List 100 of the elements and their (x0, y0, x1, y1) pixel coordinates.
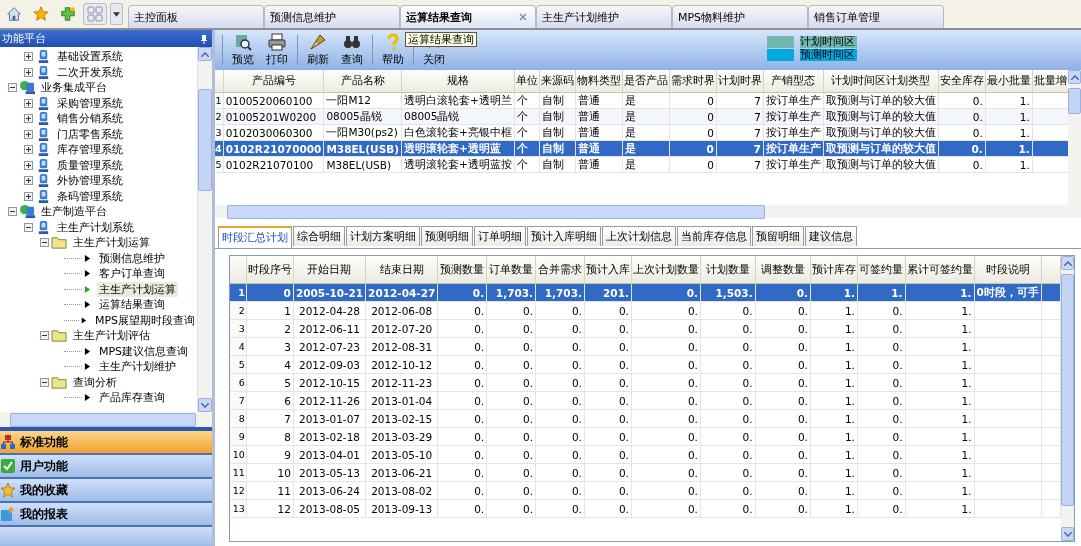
column-header[interactable]: 预测数量 (437, 256, 487, 284)
column-header[interactable]: 来源码 (539, 70, 576, 93)
column-header[interactable]: 预计库存 (810, 256, 858, 284)
tree-item[interactable]: MPS展望期时段查询 (92, 312, 197, 328)
page-tab[interactable]: MPS物料维护 (672, 5, 808, 28)
expander-icon[interactable] (40, 377, 49, 387)
detail-tab[interactable]: 预测明细 (421, 226, 473, 246)
expander-icon[interactable] (8, 83, 17, 93)
toolbar-button[interactable]: 预览 (226, 32, 260, 68)
pin-icon[interactable] (200, 33, 208, 44)
column-header[interactable]: 计划数量 (700, 256, 756, 284)
expander-icon[interactable] (24, 222, 33, 232)
tree-item[interactable]: 主生产计划系统 (55, 219, 136, 235)
column-header[interactable]: 时段序号 (246, 256, 294, 284)
expander-icon[interactable] (40, 331, 49, 341)
column-header[interactable]: 预计入库 (584, 256, 632, 284)
tree-item[interactable]: MPS建议信息查询 (97, 343, 191, 359)
chevron-up-icon[interactable] (1063, 260, 1072, 266)
detail-tab[interactable]: 综合明细 (293, 226, 345, 246)
chevron-up-icon[interactable] (1070, 74, 1079, 80)
tree-item[interactable]: 查询分析 (71, 374, 119, 390)
tree-item[interactable]: 主生产计划维护 (97, 359, 178, 375)
tree-item[interactable]: 二次开发系统 (55, 64, 125, 80)
column-header[interactable]: 规格 (401, 70, 515, 93)
column-header[interactable]: 需求时界 (669, 70, 717, 93)
column-header[interactable]: 累计可签约量 (905, 256, 975, 284)
tree-item[interactable]: 业务集成平台 (39, 80, 109, 96)
column-header[interactable]: 计划时界 (716, 70, 764, 93)
expander-icon[interactable] (24, 67, 33, 77)
tree-item[interactable]: 基础设置系统 (55, 49, 125, 65)
column-header[interactable]: 是否产品 (622, 70, 670, 93)
section-header[interactable]: 标准功能 (0, 431, 212, 455)
column-header[interactable]: 单位 (514, 70, 540, 93)
chevron-up-icon[interactable] (201, 51, 209, 57)
page-tab[interactable]: 主控面板 (128, 5, 264, 28)
expander-icon[interactable] (24, 129, 33, 139)
tree-item[interactable]: 外协管理系统 (55, 173, 125, 189)
star-icon[interactable] (32, 5, 50, 23)
tree-item[interactable]: 主生产计划评估 (71, 328, 152, 344)
column-header[interactable]: 订单数量 (486, 256, 536, 284)
expander-icon[interactable] (24, 145, 33, 155)
column-header[interactable]: 安全库存 (938, 70, 986, 93)
tree-item[interactable]: 销售分销系统 (55, 111, 125, 127)
detail-tab[interactable]: 订单明细 (474, 226, 526, 246)
expander-icon[interactable] (24, 160, 33, 170)
dropdown-button[interactable] (110, 3, 123, 25)
tree-item[interactable]: 门店零售系统 (55, 126, 125, 142)
detail-tab[interactable]: 计划方案明细 (346, 226, 420, 246)
column-header[interactable]: 调整数量 (755, 256, 811, 284)
expander-icon[interactable] (24, 176, 33, 186)
expander-icon[interactable] (40, 238, 49, 248)
column-header[interactable]: 可签约量 (857, 256, 906, 284)
column-header[interactable]: 产销型态 (763, 70, 824, 93)
section-header[interactable]: 我的报表 (0, 503, 212, 527)
tree-item[interactable]: 主生产计划运算 (97, 281, 178, 297)
expander-icon[interactable] (24, 114, 33, 124)
expander-icon[interactable] (24, 98, 33, 108)
add-favorite-icon[interactable] (59, 5, 77, 23)
detail-tab[interactable]: 时段汇总计划 (218, 226, 292, 248)
section-header[interactable]: 我的收藏 (0, 479, 212, 503)
tree-item[interactable]: 运算结果查询 (97, 297, 167, 313)
scrollbar[interactable] (215, 205, 1081, 218)
page-tab[interactable]: 主生产计划维护 (536, 5, 672, 28)
tree-item[interactable]: 生产制造平台 (39, 204, 109, 220)
tree-item[interactable]: 条码管理系统 (55, 188, 125, 204)
page-tab[interactable]: 运算结果查询 (400, 5, 536, 28)
expander-icon[interactable] (24, 52, 33, 62)
column-header[interactable]: 最小批量 (985, 70, 1033, 93)
column-header[interactable]: 时段说明 (974, 256, 1042, 284)
scroll-thumb[interactable] (1068, 88, 1081, 114)
toolbar-button[interactable]: 打印 (260, 32, 294, 68)
close-icon[interactable] (519, 13, 527, 21)
tree-item[interactable]: 库存管理系统 (55, 142, 125, 158)
column-header[interactable]: 开始日期 (293, 256, 366, 284)
detail-tab[interactable]: 当前库存信息 (677, 226, 751, 246)
tree-item[interactable]: 采购管理系统 (55, 95, 125, 111)
section-header[interactable]: 用户功能 (0, 455, 212, 479)
column-header[interactable]: 上次计划数量 (631, 256, 701, 284)
column-header[interactable]: 计划时间区计划类型 (823, 70, 939, 93)
expander-icon[interactable] (8, 207, 17, 217)
column-header[interactable]: 物料类型 (575, 70, 623, 93)
page-tab[interactable]: 销售订单管理 (808, 5, 944, 28)
search-button[interactable]: 查询 (335, 32, 369, 68)
tree-item[interactable]: 客户订单查询 (97, 266, 167, 282)
tree-item[interactable]: 产品库存查询 (97, 390, 167, 406)
detail-tab[interactable]: 预留明细 (752, 226, 804, 246)
page-tab[interactable]: 预测信息维护 (264, 5, 400, 28)
scrollbar[interactable] (0, 412, 212, 427)
detail-tab[interactable]: 建议信息 (805, 226, 857, 246)
scrollbar[interactable] (1068, 70, 1081, 205)
tree-item[interactable]: 质量管理系统 (55, 157, 125, 173)
column-header[interactable]: 结束日期 (365, 256, 438, 284)
scrollbar[interactable] (197, 47, 212, 412)
home-icon[interactable] (5, 5, 23, 23)
tree-item[interactable]: 主生产计划运算 (71, 235, 152, 251)
detail-tab[interactable]: 预计入库明细 (527, 226, 601, 246)
chevron-down-icon[interactable] (201, 402, 209, 408)
chevron-down-icon[interactable] (1063, 531, 1072, 537)
column-header[interactable]: 产品编号 (223, 70, 324, 93)
tree-item[interactable]: 预测信息维护 (97, 250, 167, 266)
